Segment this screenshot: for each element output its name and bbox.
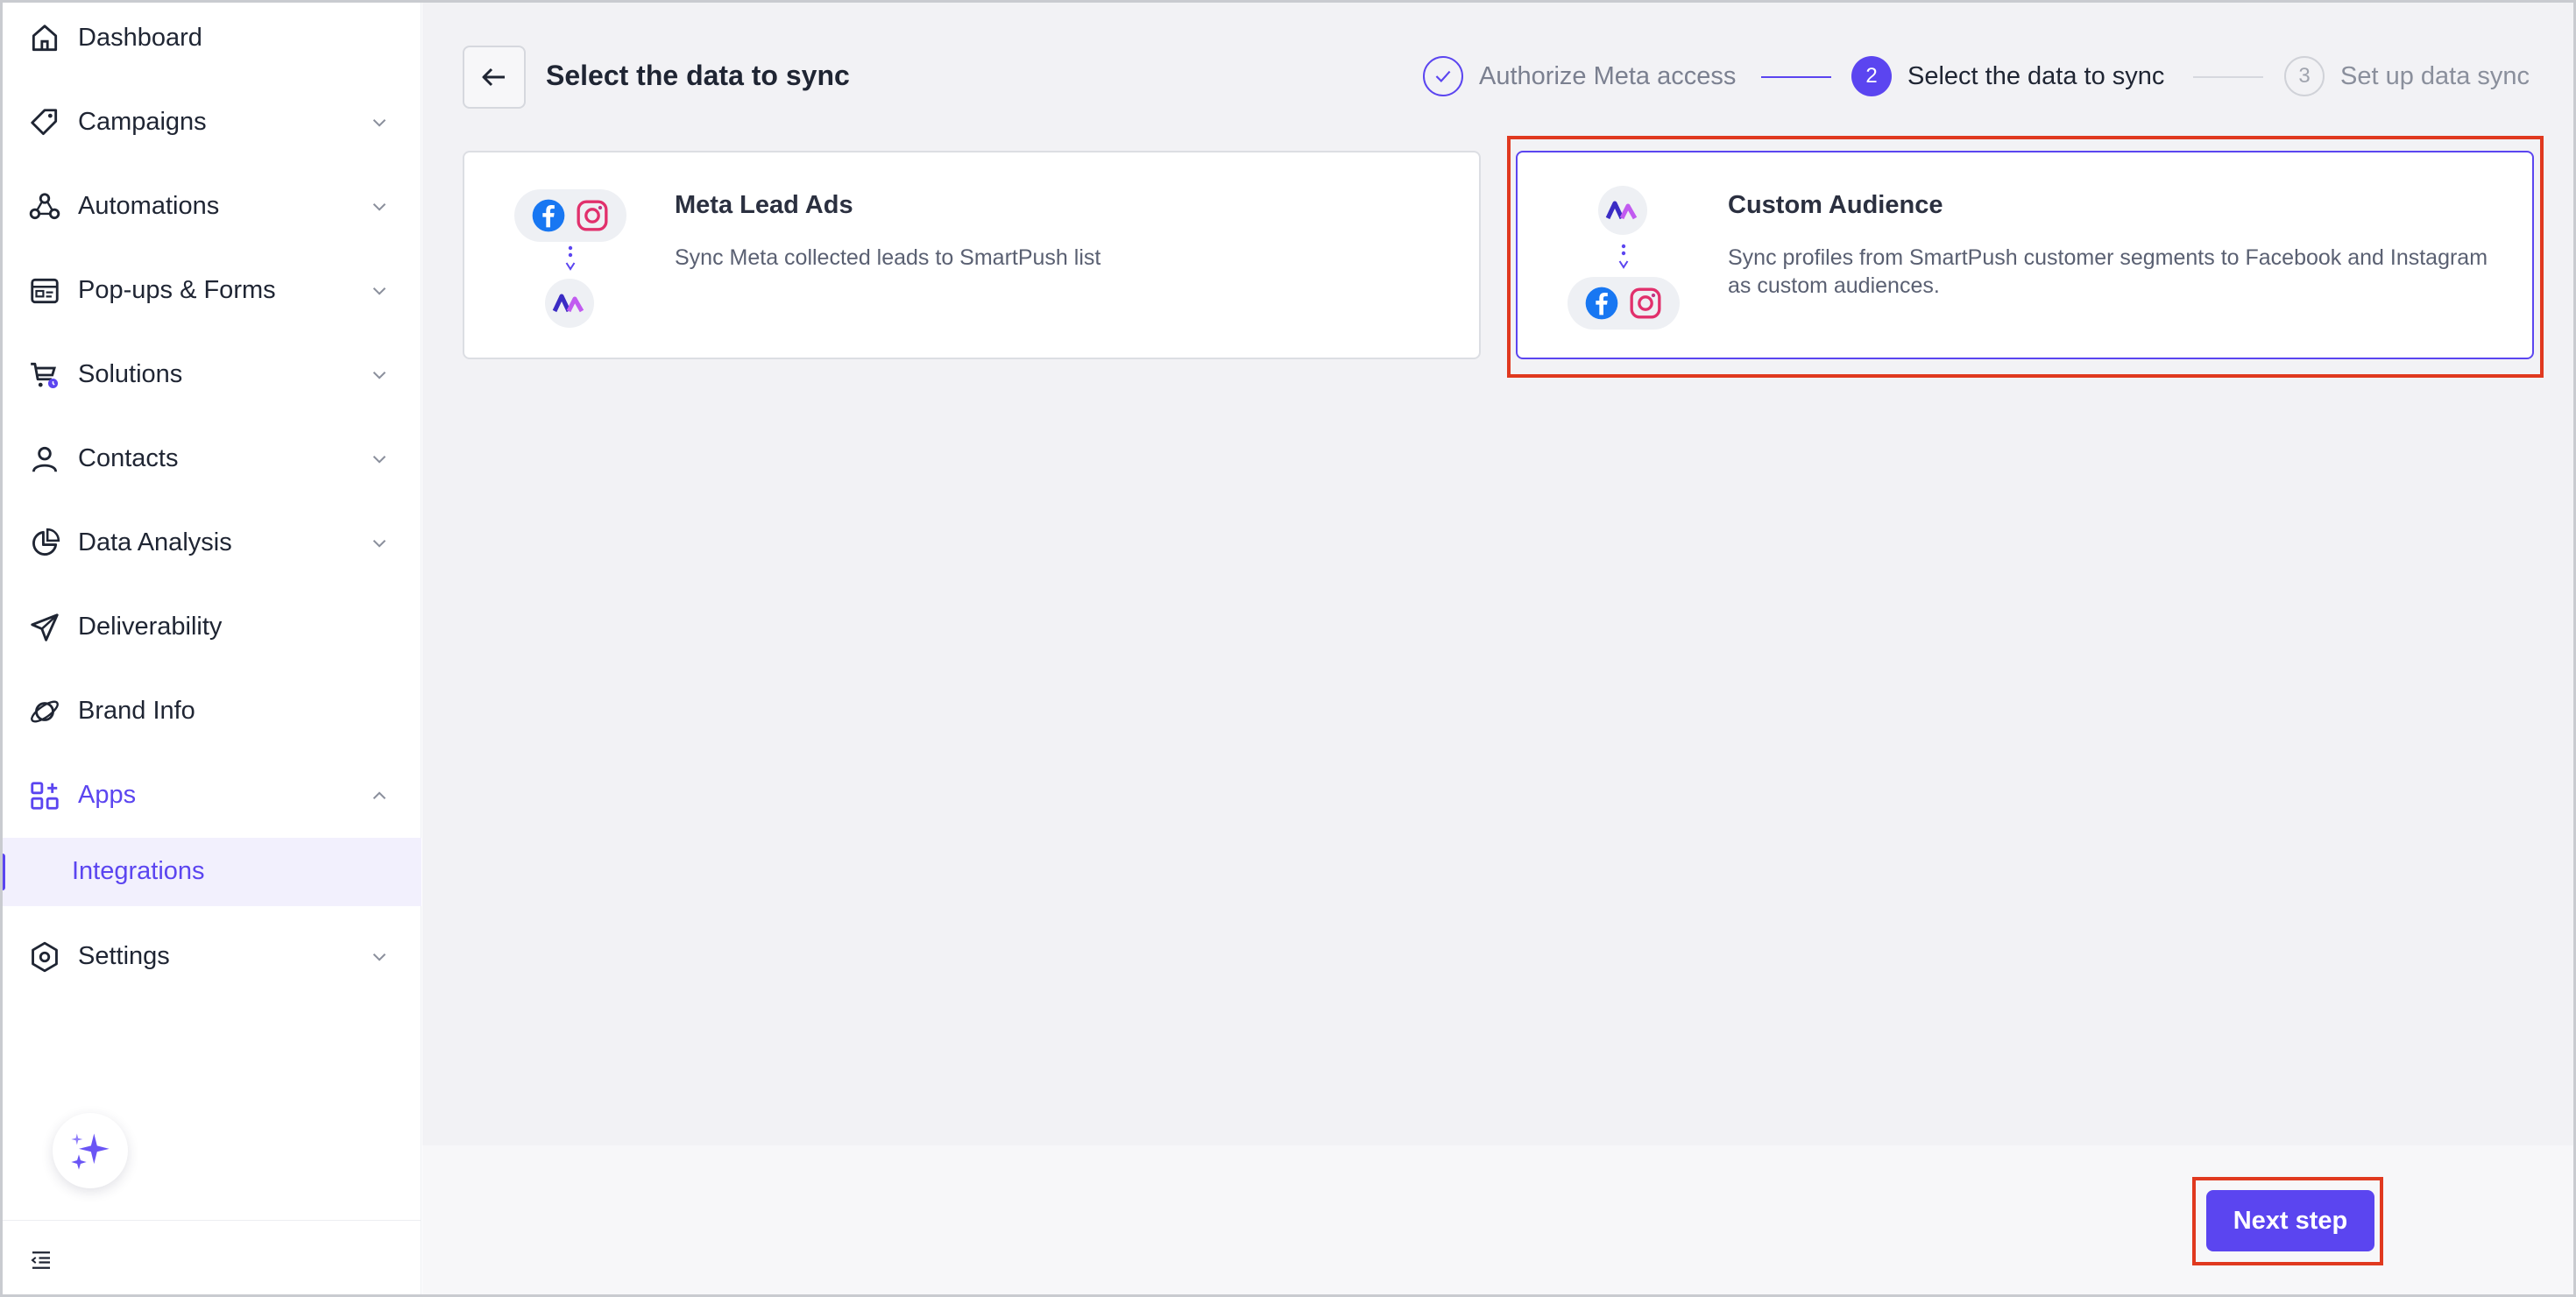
sidebar-item-label: Contacts: [78, 443, 179, 472]
sidebar-item-label: Data Analysis: [78, 528, 232, 556]
user-icon: [32, 446, 58, 472]
sidebar-item-label: Settings: [78, 941, 170, 970]
collapse-sidebar-icon[interactable]: [28, 1247, 54, 1273]
sidebar-item-apps[interactable]: Apps: [0, 760, 421, 830]
arrow-left-icon: [482, 67, 505, 87]
sidebar-item-dashboard[interactable]: Dashboard: [0, 3, 421, 73]
step-2-indicator: 2: [1851, 56, 1892, 96]
highlight-box: [2192, 1177, 2383, 1265]
step-2-label: Select the data to sync: [1907, 62, 2165, 90]
step-connector: [1761, 76, 1831, 78]
sidebar-item-label: Dashboard: [78, 23, 202, 52]
flow-arrow-down-icon: [565, 245, 576, 271]
chevron-down-icon: [372, 119, 386, 127]
sidebar-item-contacts[interactable]: Contacts: [0, 423, 421, 493]
card-title: Meta Lead Ads: [675, 191, 853, 219]
step-connector: [2193, 76, 2263, 78]
sidebar-item-label: Solutions: [78, 359, 183, 388]
card-description: Sync Meta collected leads to SmartPush l…: [675, 245, 1101, 270]
sidebar-item-deliverability[interactable]: Deliverability: [0, 592, 421, 662]
step-1-label: Authorize Meta access: [1479, 62, 1737, 90]
settings-icon: [32, 941, 58, 973]
page-title: Select the data to sync: [546, 60, 850, 91]
step-3-label: Set up data sync: [2340, 62, 2530, 90]
sidebar-item-label: Automations: [78, 191, 220, 220]
instagram-icon: [577, 200, 608, 231]
ai-assistant-button[interactable]: [53, 1113, 128, 1188]
sidebar-item-label: Pop-ups & Forms: [78, 275, 276, 304]
sidebar-item-solutions[interactable]: Solutions: [0, 339, 421, 409]
sidebar-subitem-label: Integrations: [72, 857, 205, 885]
automation-icon: [29, 193, 60, 220]
active-indicator: [0, 854, 5, 890]
back-button[interactable]: [463, 46, 526, 109]
chevron-up-icon: [372, 791, 386, 799]
chevron-down-icon: [372, 287, 386, 295]
highlight-box: [1507, 136, 2544, 378]
sidebar-item-data-analysis[interactable]: Data Analysis: [0, 507, 421, 578]
smartpush-logo: [545, 279, 594, 328]
sidebar-item-automations[interactable]: Automations: [0, 171, 421, 241]
planet-icon: [31, 700, 59, 723]
chevron-down-icon: [372, 456, 386, 464]
send-icon: [31, 613, 59, 641]
sidebar-item-label: Deliverability: [78, 612, 223, 641]
pie-chart-icon: [32, 528, 60, 556]
chevron-down-icon: [372, 203, 386, 211]
sidebar-item-brand-info[interactable]: Brand Info: [0, 676, 421, 746]
sidebar-item-popups-forms[interactable]: Pop-ups & Forms: [0, 255, 421, 325]
sidebar-item-campaigns[interactable]: Campaigns: [0, 87, 421, 157]
sidebar-footer: [0, 1220, 421, 1297]
meta-logos-pill: [514, 189, 626, 242]
cart-icon: [31, 362, 59, 389]
tag-icon: [31, 109, 58, 136]
check-icon: [1435, 70, 1451, 82]
home-icon: [32, 25, 58, 52]
step-1-done-indicator: [1423, 56, 1463, 96]
sparkle-icon: [71, 1133, 110, 1170]
sidebar-item-label: Campaigns: [78, 107, 207, 136]
sidebar-item-label: Apps: [78, 780, 137, 809]
chevron-down-icon: [372, 540, 386, 548]
form-icon: [31, 278, 59, 304]
smartpush-logo-icon: [552, 294, 584, 313]
sidebar-item-settings[interactable]: Settings: [0, 921, 421, 991]
sidebar-item-label: Brand Info: [78, 696, 195, 725]
facebook-icon: [532, 199, 565, 232]
sidebar: Dashboard Campaigns Automations Pop-ups …: [0, 0, 421, 1297]
option-card-meta-lead-ads[interactable]: Meta Lead Ads Sync Meta collected leads …: [463, 151, 1481, 359]
chevron-down-icon: [372, 372, 386, 379]
apps-icon: [31, 782, 59, 810]
step-3-indicator: 3: [2284, 56, 2325, 96]
chevron-down-icon: [372, 953, 386, 961]
sidebar-subitem-integrations[interactable]: Integrations: [0, 838, 421, 906]
